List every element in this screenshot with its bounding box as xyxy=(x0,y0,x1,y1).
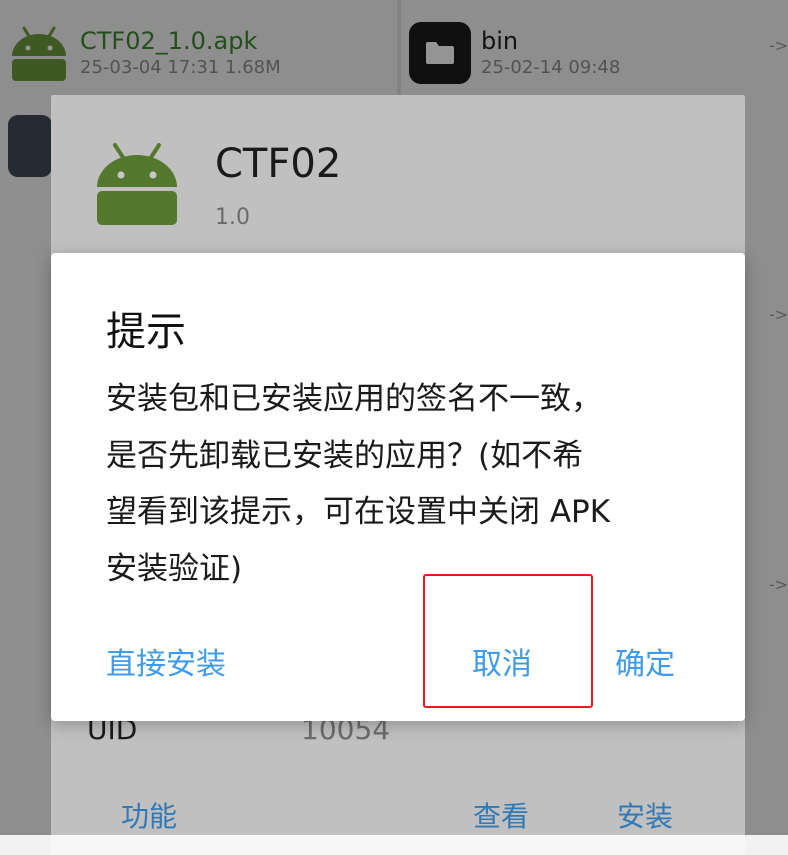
direct-install-button[interactable]: 直接安装 xyxy=(106,639,226,683)
confirm-button[interactable]: 确定 xyxy=(615,639,675,683)
alert-message-line: 是否先卸载已安装的应用？(如不希 xyxy=(106,437,584,474)
alert-message-line: 望看到该提示，可在设置中关闭 APK xyxy=(106,494,611,530)
alert-message-line: 安装包和已安装应用的签名不一致， xyxy=(106,381,602,417)
cancel-highlight-box xyxy=(423,574,593,708)
signature-alert-dialog: 提示 安装包和已安装应用的签名不一致， 是否先卸载已安装的应用？(如不希 望看到… xyxy=(51,253,745,721)
alert-message: 安装包和已安装应用的签名不一致， 是否先卸载已安装的应用？(如不希 望看到该提示… xyxy=(106,371,706,597)
alert-message-line: 安装验证) xyxy=(106,550,243,587)
alert-title: 提示 xyxy=(106,309,186,355)
